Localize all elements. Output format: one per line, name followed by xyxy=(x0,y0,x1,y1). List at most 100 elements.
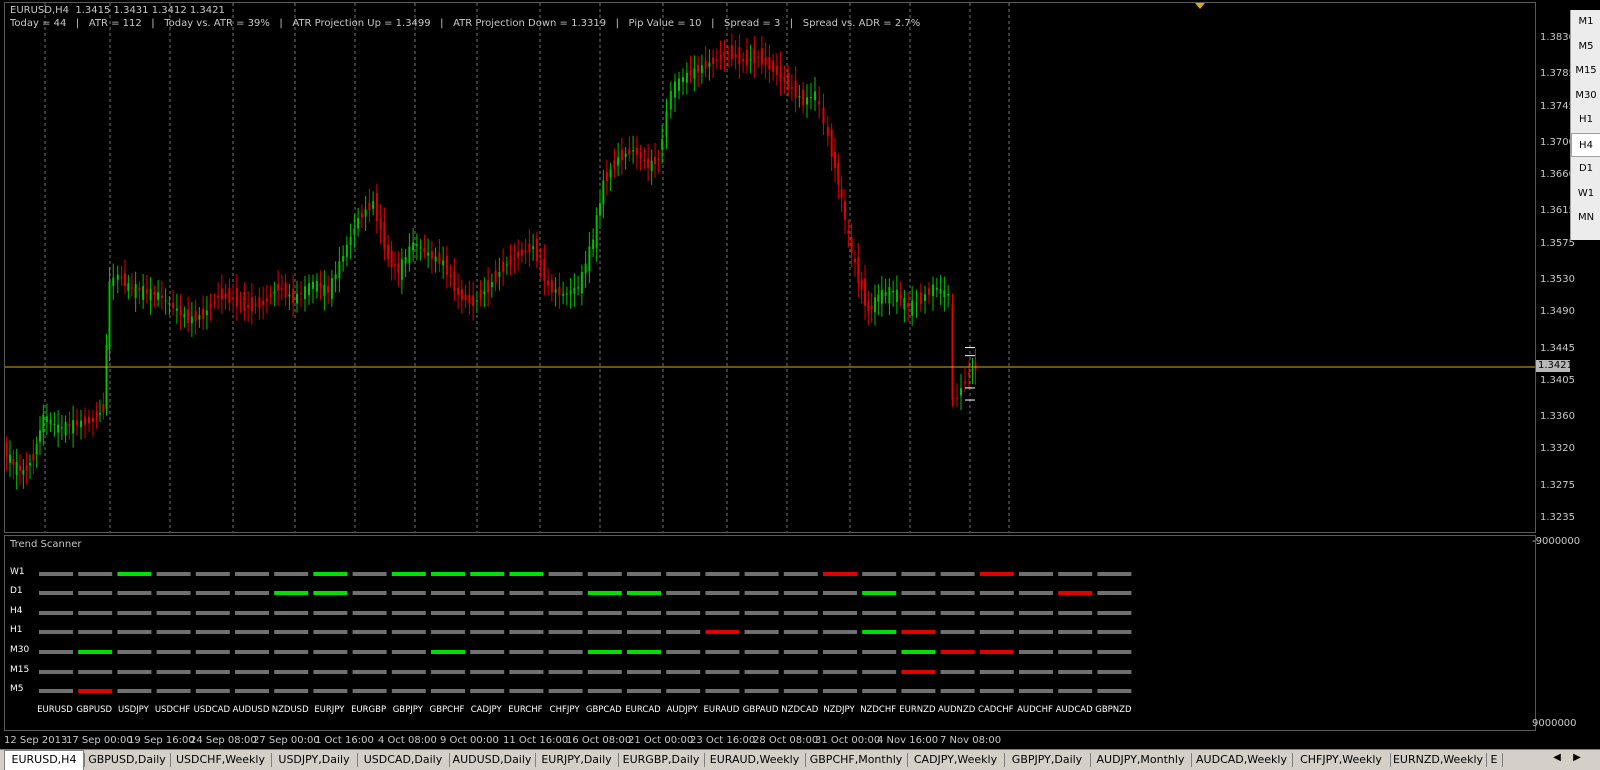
scanner-pair-label: GBPUSD xyxy=(76,705,113,715)
chart-tab[interactable]: AUDJPY,Monthly xyxy=(1090,751,1191,769)
tab-scroll-right-icon[interactable]: ▶ xyxy=(1570,752,1584,763)
candle-body xyxy=(734,54,737,58)
timeframe-button-m5[interactable]: M5 xyxy=(1571,35,1600,59)
price-chart[interactable] xyxy=(4,2,1536,533)
chart-tab[interactable]: USDCHF,Weekly xyxy=(170,751,271,769)
chart-tab[interactable]: AUDUSD,Daily xyxy=(449,751,535,769)
candle-body xyxy=(235,288,238,307)
candle-body xyxy=(907,303,910,308)
scanner-cell xyxy=(901,611,936,615)
scanner-timeframe-label: D1 xyxy=(10,586,23,596)
scanner-cell xyxy=(901,591,936,595)
candle-body xyxy=(60,427,63,429)
candle-body xyxy=(806,97,808,105)
candle-body xyxy=(412,242,415,251)
chart-tab[interactable]: EURJPY,Daily xyxy=(535,751,618,769)
chart-tab[interactable]: EURUSD,H4 xyxy=(4,750,84,770)
candle-body xyxy=(330,278,333,299)
candle-body xyxy=(209,303,212,309)
timeframe-button-m30[interactable]: M30 xyxy=(1571,84,1600,108)
candle-body xyxy=(915,302,918,304)
timeframe-button-d1[interactable]: D1 xyxy=(1571,157,1600,181)
chart-tab[interactable]: GBPUSD,Daily xyxy=(84,751,170,769)
candle-body xyxy=(928,288,930,295)
candle-body xyxy=(284,282,287,298)
scanner-cell xyxy=(744,650,779,654)
candle-body xyxy=(202,308,205,320)
scanner-cell xyxy=(431,689,465,693)
candle-body xyxy=(453,271,456,291)
chart-tab[interactable]: EURNZD,Weekly xyxy=(1390,751,1486,769)
candle-body xyxy=(99,413,101,415)
candle-body xyxy=(964,381,966,384)
candle-body xyxy=(632,150,635,152)
candle-body xyxy=(423,248,426,253)
scanner-cell xyxy=(195,630,230,634)
candle-body xyxy=(269,293,272,298)
trend-scanner-panel[interactable] xyxy=(4,535,1536,731)
scanner-cell xyxy=(940,611,975,615)
timeframe-button-m15[interactable]: M15 xyxy=(1571,59,1600,83)
scanner-cell xyxy=(352,611,387,615)
candle-body xyxy=(179,305,182,316)
chart-tab[interactable]: GBPJPY,Daily xyxy=(1004,751,1090,769)
date-axis-label: 27 Sep 00:00 xyxy=(253,735,320,746)
scanner-cell xyxy=(1058,630,1093,634)
chart-tab[interactable]: EURAUD,Weekly xyxy=(704,751,805,769)
scanner-cell xyxy=(587,650,622,654)
scanner-cell xyxy=(352,591,387,595)
scanner-cell xyxy=(235,670,269,674)
candle-body xyxy=(532,246,535,250)
scanner-cell xyxy=(117,572,152,576)
candle-body xyxy=(592,239,595,250)
candle-body xyxy=(730,45,733,60)
indicator-axis-bottom: 9000000 xyxy=(1532,718,1577,729)
candle-body xyxy=(319,283,322,288)
scanner-cell xyxy=(431,611,465,615)
scanner-cell xyxy=(274,650,309,654)
scanner-cell xyxy=(352,572,387,576)
chart-tab[interactable]: EURGBP,Daily xyxy=(618,751,704,769)
scanner-cell xyxy=(705,689,740,693)
scanner-cell xyxy=(117,670,152,674)
candle-body xyxy=(49,419,52,425)
chart-tab[interactable]: GBPCHF,Monthly xyxy=(805,751,907,769)
scanner-cell xyxy=(548,650,583,654)
chart-tab[interactable]: AUDCAD,Weekly xyxy=(1191,751,1292,769)
chart-window[interactable]: EURUSD,H4 1.3415 1.3431 1.3412 1.3421 To… xyxy=(0,0,1580,746)
candle-body xyxy=(404,257,407,264)
candle-body xyxy=(595,214,598,249)
scanner-cell xyxy=(470,591,505,595)
timeframe-button-h4[interactable]: H4 xyxy=(1571,132,1600,157)
timeframe-button-m1[interactable]: M1 xyxy=(1571,10,1600,34)
tab-scroll-left-icon[interactable]: ◀ xyxy=(1550,752,1564,763)
candle-body xyxy=(783,76,786,82)
candle-body xyxy=(857,257,860,284)
timeframe-button-w1[interactable]: W1 xyxy=(1571,182,1600,206)
chart-tab[interactable]: CADJPY,Weekly xyxy=(907,751,1004,769)
candlestick-plot[interactable] xyxy=(5,3,1535,532)
candle-body xyxy=(157,292,160,300)
timeframe-button-h1[interactable]: H1 xyxy=(1571,108,1600,132)
scanner-cell xyxy=(627,630,661,634)
scanner-cell xyxy=(901,650,936,654)
candle-body xyxy=(138,288,141,291)
chart-tab[interactable]: E xyxy=(1486,751,1502,769)
scanner-pair-label: EURJPY xyxy=(314,705,345,715)
candle-body xyxy=(15,461,18,476)
scanner-pair-label: AUDJPY xyxy=(666,705,698,715)
scanner-cell xyxy=(783,591,818,595)
candle-body xyxy=(475,300,478,302)
candle-body xyxy=(130,287,133,289)
scanner-cell xyxy=(313,689,348,693)
candle-body xyxy=(830,129,833,157)
scanner-cell xyxy=(39,650,73,654)
chart-tab[interactable]: USDCAD,Daily xyxy=(357,751,449,769)
timeframe-button-mn[interactable]: MN xyxy=(1571,206,1600,230)
scanner-cell xyxy=(431,650,465,654)
candle-body xyxy=(892,291,895,293)
date-axis-label: 11 Oct 16:00 xyxy=(503,735,569,746)
chart-tab[interactable]: CHFJPY,Weekly xyxy=(1292,751,1390,769)
chart-tab[interactable]: USDJPY,Daily xyxy=(271,751,357,769)
date-axis-label: 24 Sep 08:00 xyxy=(190,735,257,746)
